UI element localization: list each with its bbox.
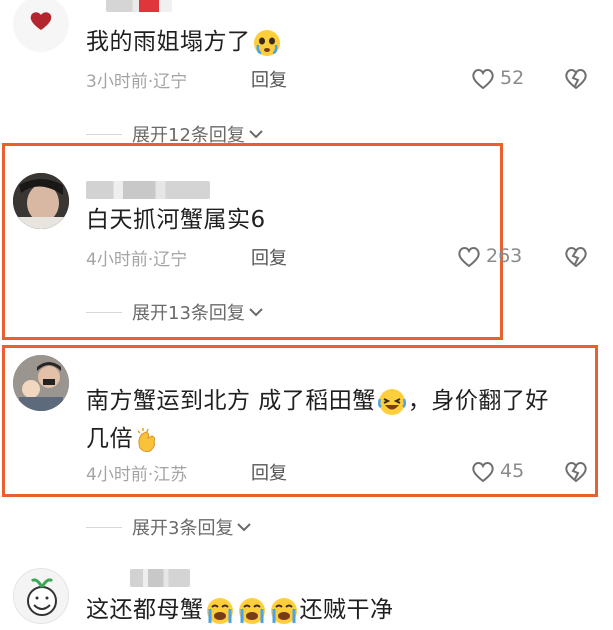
username-blurred: [130, 569, 190, 587]
heart-outline-icon[interactable]: [456, 245, 482, 269]
heart-outline-icon[interactable]: [470, 67, 496, 91]
comment-text: 白天抓河蟹属实6: [86, 207, 266, 233]
expand-replies-button[interactable]: 展开13条回复: [86, 299, 264, 325]
username-blurred: [86, 181, 210, 199]
divider-line: [86, 526, 122, 528]
reply-button[interactable]: 回复: [251, 459, 287, 485]
crying-face-emoji: [238, 597, 265, 624]
crying-face-emoji: [206, 597, 233, 624]
username-blurred: [106, 0, 172, 12]
reply-button[interactable]: 回复: [251, 244, 287, 270]
like-count: 52: [500, 67, 525, 89]
expand-label: 展开13条回复: [132, 303, 245, 324]
comment-meta: 4小时前·江苏: [86, 465, 188, 485]
broken-heart-icon[interactable]: [563, 245, 589, 269]
crying-face-emoji: [253, 29, 280, 56]
like-count: 45: [500, 460, 525, 482]
avatar[interactable]: [13, 355, 69, 411]
cartoon-face-avatar-icon: [27, 578, 57, 616]
laughing-crying-face-emoji: [377, 388, 406, 415]
comment-text: 我的雨姐塌方了: [86, 23, 283, 61]
clapping-hands-emoji: [137, 427, 156, 452]
person-avatar-icon: [13, 173, 69, 229]
avatar[interactable]: [13, 173, 69, 229]
comment-text: 南方蟹运到北方 成了稻田蟹 ，身价翻了好 几倍: [86, 388, 549, 452]
broken-heart-icon[interactable]: [563, 67, 589, 91]
like-count: 263: [486, 245, 523, 267]
divider-line: [86, 133, 122, 135]
avatar[interactable]: [13, 0, 69, 52]
comment-meta: 3小时前·辽宁: [86, 72, 188, 92]
comment-meta: 4小时前·辽宁: [86, 250, 188, 270]
heart-avatar-icon: [30, 12, 52, 30]
divider-line: [86, 311, 122, 313]
reply-button[interactable]: 回复: [251, 66, 287, 92]
avatar[interactable]: [13, 568, 69, 624]
expand-replies-button[interactable]: 展开3条回复: [86, 514, 252, 540]
chevron-down-icon: [237, 523, 252, 532]
chevron-down-icon: [249, 308, 263, 317]
broken-heart-icon[interactable]: [563, 460, 589, 484]
crying-face-emoji: [270, 597, 297, 624]
heart-outline-icon[interactable]: [470, 460, 496, 484]
comment-text: 这还都母蟹 还贼干净: [86, 591, 394, 629]
chevron-down-icon: [249, 130, 263, 139]
person-avatar-icon: [13, 355, 69, 411]
expand-label: 展开3条回复: [132, 518, 234, 539]
